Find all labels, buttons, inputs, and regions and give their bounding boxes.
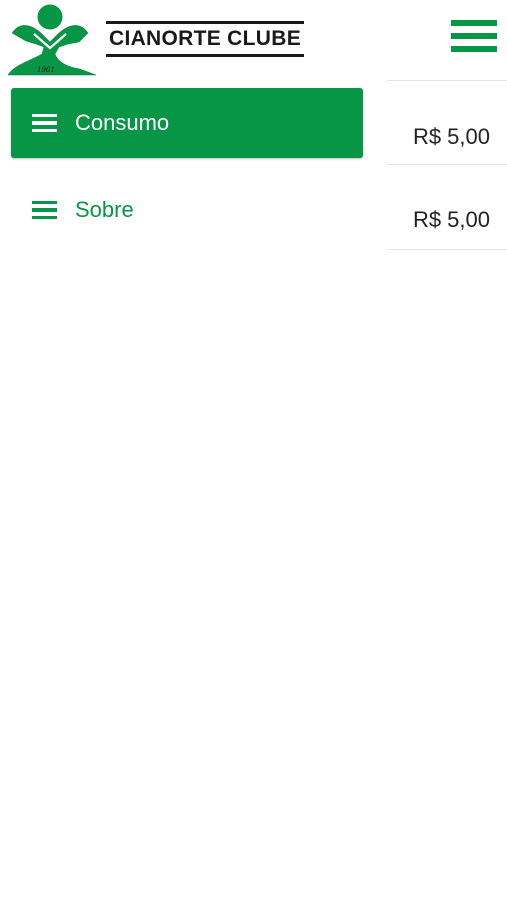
list-item[interactable]: R$ 5,00 [387, 80, 507, 164]
nav-item-label: Consumo [75, 110, 170, 135]
cianorte-logo: 1961 [7, 4, 97, 76]
menu-toggle-button[interactable] [451, 20, 497, 54]
menu-lines-icon [32, 113, 57, 133]
nav-item-sobre[interactable]: Sobre [11, 175, 363, 245]
logo-year: 1961 [37, 66, 55, 74]
brand-name: CIANORTE CLUBE [106, 21, 304, 57]
app-header: 1961 CIANORTE CLUBE [0, 0, 507, 80]
item-price: R$ 5,00 [412, 124, 490, 149]
nav-item-label: Sobre [75, 197, 134, 222]
item-price: R$ 5,00 [412, 207, 490, 232]
hamburger-bar [451, 33, 497, 39]
nav-item-consumo[interactable]: Consumo [11, 88, 363, 158]
navigation-drawer: Consumo Sobre [0, 80, 375, 900]
menu-lines-icon [32, 200, 57, 220]
hamburger-bar [451, 46, 497, 52]
list-item[interactable]: R$ 5,00 [387, 164, 507, 250]
hamburger-bar [451, 20, 497, 26]
consumption-list: R$ 5,00 R$ 5,00 [387, 80, 507, 250]
